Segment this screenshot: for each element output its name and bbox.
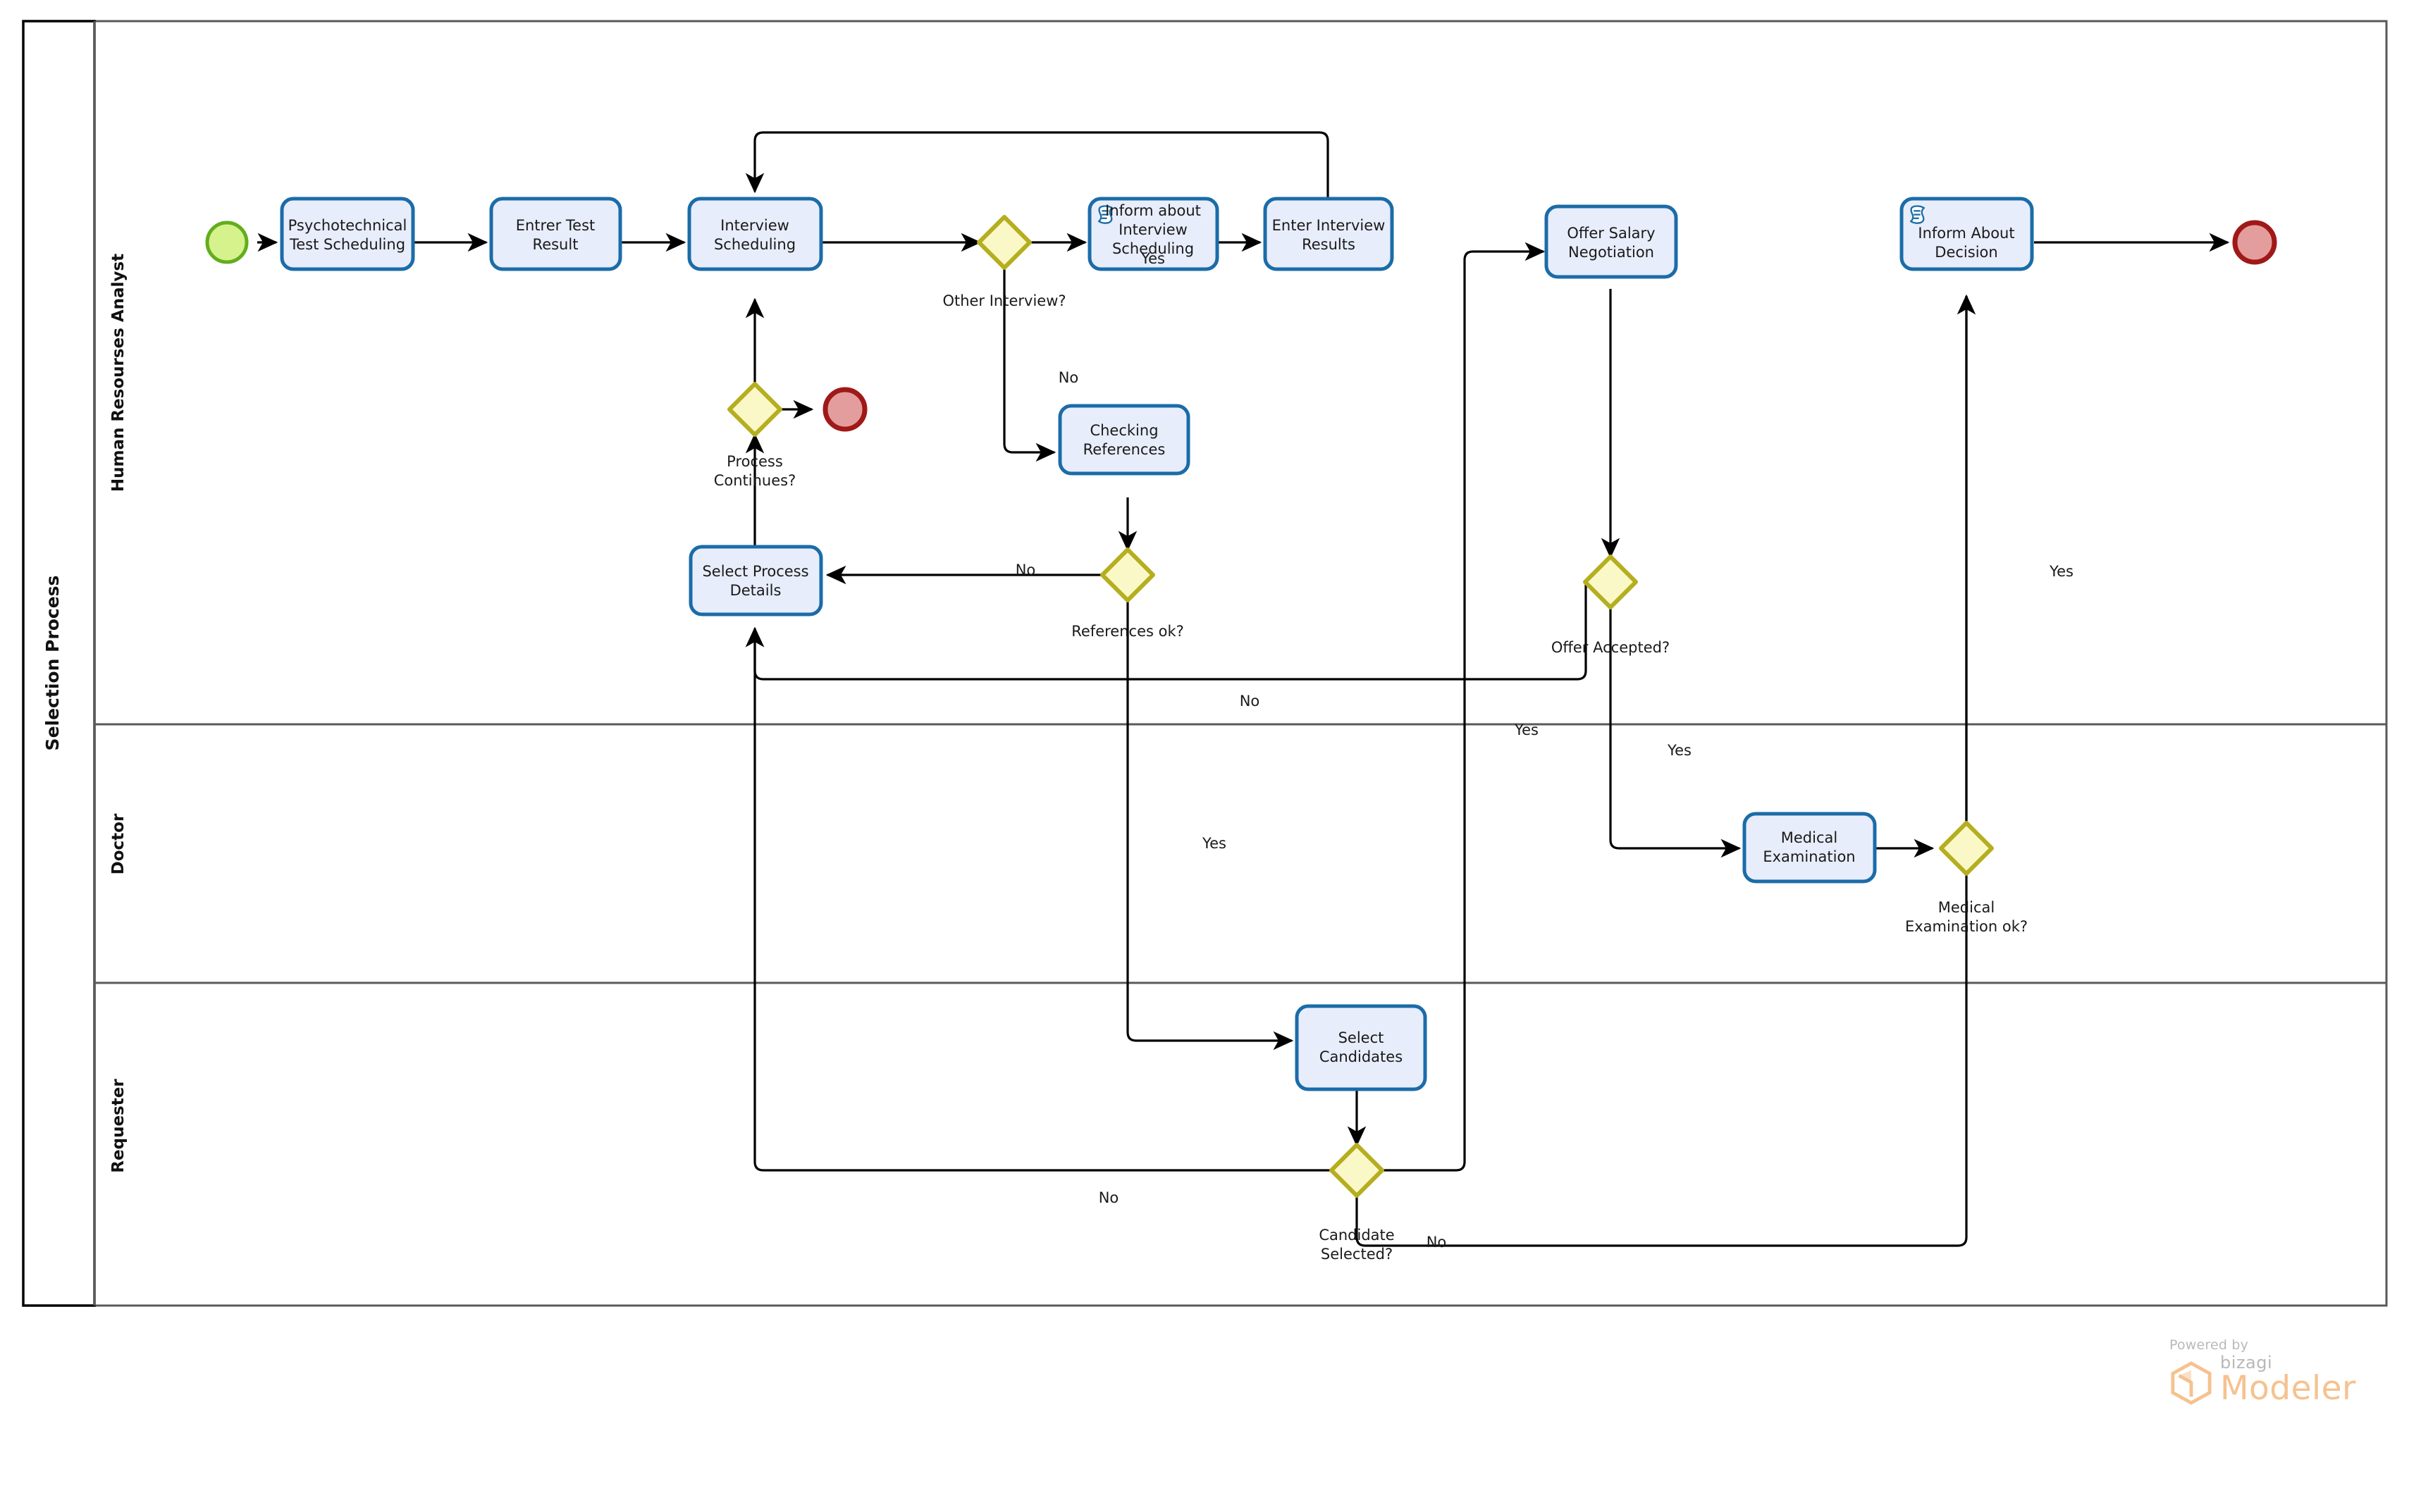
lane-label-doctor: Doctor: [109, 813, 128, 874]
task-label-line1: Enter Interview: [1272, 217, 1386, 234]
flow-label-references-no: No: [1016, 562, 1036, 578]
task-label-line2: Test Scheduling: [289, 236, 405, 253]
task-label-line2: Negotiation: [1568, 244, 1654, 261]
task-label-line1: Checking: [1090, 422, 1158, 439]
gateway-label-line2: Selected?: [1321, 1246, 1393, 1263]
gateway-label-line2: Examination ok?: [1905, 918, 2028, 935]
gateway-label-line1: Process: [727, 453, 783, 470]
start-event[interactable]: [205, 221, 249, 264]
bpmn-diagram-canvas: Selection Process Human Resourses Analys…: [22, 20, 2388, 1307]
task-label-line1: Select: [1338, 1029, 1384, 1046]
flow-label-references-yes: Yes: [1202, 835, 1226, 852]
lane-label-requester: Requester: [109, 1079, 128, 1173]
task-offer-salary-negotiation[interactable]: Offer Salary Negotiation: [1544, 204, 1678, 279]
task-inform-about-decision[interactable]: Inform About Decision: [1899, 197, 2034, 271]
end-event-process-stops[interactable]: [822, 387, 868, 432]
task-label-line2: Scheduling: [714, 236, 796, 253]
task-label-line1: Psychotechnical: [288, 217, 407, 234]
task-enter-test-result[interactable]: Entrer Test Result: [489, 197, 622, 271]
flow-label-offer-accepted-yes-down: Yes: [1667, 742, 1692, 759]
task-select-candidates[interactable]: Select Candidates: [1295, 1004, 1427, 1091]
flow-label-medical-ok-yes: Yes: [2049, 563, 2074, 580]
gateway-label-line1: Medical: [1938, 899, 1995, 916]
flow-label-candidate-no-left: No: [1099, 1189, 1119, 1206]
task-label-line1: Select Process: [702, 563, 808, 580]
bizagi-hexagon-logo-icon: [2171, 1361, 2212, 1405]
gateway-label: Other Interview?: [942, 292, 1066, 309]
task-label-line2: References: [1083, 441, 1166, 458]
task-label-line2: Decision: [1935, 244, 1997, 261]
task-interview-scheduling[interactable]: Interview Scheduling: [687, 197, 823, 271]
task-label-line1: Medical: [1781, 829, 1837, 846]
lane-label-hr: Human Resourses Analyst: [109, 254, 128, 492]
flow-label-offer-accepted-no: No: [1240, 693, 1260, 709]
task-label-line1: Inform About: [1918, 225, 2014, 242]
task-label-line1: Inform about: [1105, 202, 1201, 219]
task-label-line1: Interview: [720, 217, 789, 234]
task-label-line1: Offer Salary: [1567, 225, 1655, 242]
bizagi-modeler-branding: Powered by bizagi Modeler: [2169, 1337, 2381, 1422]
lane-label-hr-text: Human Resourses Analyst: [109, 254, 128, 492]
task-label-line2: Examination: [1763, 848, 1855, 865]
task-label-line1: Entrer Test: [516, 217, 596, 234]
flow-label-other-interview-no: No: [1059, 369, 1079, 386]
flow-label-other-interview-yes: Yes: [1140, 250, 1165, 267]
lane-label-doctor-text: Doctor: [109, 813, 128, 874]
pool-title: Selection Process: [42, 576, 63, 751]
modeler-wordmark: Modeler: [2220, 1369, 2356, 1408]
flow-label-offer-accepted-yes-left: Yes: [1514, 721, 1539, 738]
flow-label-candidate-no-right: No: [1427, 1234, 1447, 1251]
task-select-process-details[interactable]: Select Process Details: [689, 545, 823, 616]
task-label-line2: Details: [730, 582, 782, 599]
end-event-final[interactable]: [2232, 220, 2277, 265]
script-task-icon: [1909, 205, 1926, 224]
task-psychotechnical-test-scheduling[interactable]: Psychotechnical Test Scheduling: [280, 197, 415, 271]
task-checking-references[interactable]: Checking References: [1058, 404, 1190, 476]
task-enter-interview-results[interactable]: Enter Interview Results: [1263, 197, 1394, 271]
gateway-label-line2: Continues?: [714, 472, 796, 489]
gateway-label: Offer Accepted?: [1551, 639, 1670, 656]
powered-by-label: Powered by: [2169, 1337, 2249, 1353]
lane-label-requester-text: Requester: [109, 1079, 128, 1173]
task-label-line2: Interview: [1119, 221, 1188, 238]
task-medical-examination[interactable]: Medical Examination: [1742, 812, 1877, 884]
gateway-label-line1: Candidate: [1319, 1227, 1394, 1244]
gateway-label: References ok?: [1071, 623, 1184, 640]
task-label-line2: Candidates: [1319, 1048, 1403, 1065]
task-label-line2: Result: [533, 236, 579, 253]
task-label-line2: Results: [1302, 236, 1355, 253]
